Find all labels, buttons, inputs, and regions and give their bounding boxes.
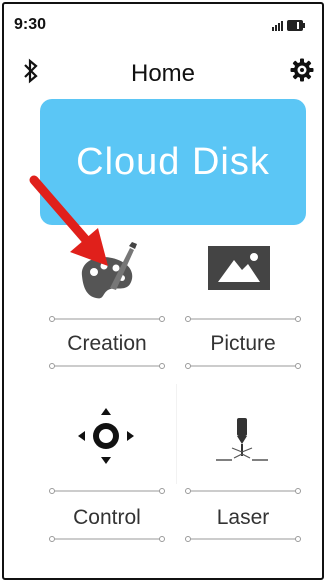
laser-icon — [210, 414, 274, 471]
control-label: Control — [73, 506, 141, 529]
picture-icon — [208, 246, 270, 295]
tile-divider-bottom — [49, 363, 165, 369]
grid-divider — [176, 384, 177, 484]
app-header: Home — [4, 52, 322, 92]
status-icons — [262, 18, 308, 32]
red-arrow-icon — [28, 174, 118, 279]
phone-frame: 9:30 Home Cloud Disk Creation Picture Co… — [2, 2, 324, 580]
picture-label: Picture — [210, 332, 276, 355]
laser-label: Laser — [216, 506, 270, 529]
control-tile[interactable]: Control — [44, 404, 170, 554]
tile-divider-top — [49, 488, 165, 494]
status-bar: 9:30 — [4, 4, 322, 44]
laser-tile[interactable]: Laser — [180, 404, 306, 554]
tile-divider-bottom — [185, 363, 301, 369]
creation-label: Creation — [67, 332, 147, 355]
status-time: 9:30 — [14, 16, 47, 33]
tile-divider-bottom — [185, 536, 301, 542]
tile-divider-bottom — [49, 536, 165, 542]
tile-divider-top — [49, 316, 165, 322]
page-title: Home — [130, 60, 196, 87]
directional-pad-icon — [74, 404, 138, 473]
picture-tile[interactable]: Picture — [180, 234, 306, 374]
tile-divider-top — [185, 316, 301, 322]
signal-battery-icon — [272, 20, 305, 31]
tile-divider-top — [185, 488, 301, 494]
gear-icon[interactable] — [290, 58, 314, 87]
